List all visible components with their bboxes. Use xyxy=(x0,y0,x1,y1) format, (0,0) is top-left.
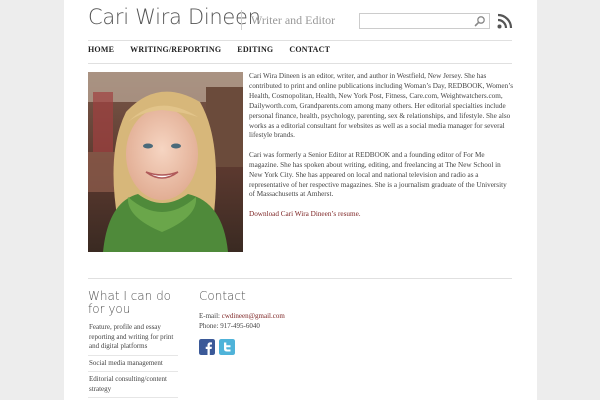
site-tagline: Writer and Editor xyxy=(251,13,336,27)
services-list: Feature, profile and essay reporting and… xyxy=(88,322,178,398)
email-link[interactable]: cwdineen@gmail.com xyxy=(222,312,285,320)
list-item: Feature, profile and essay reporting and… xyxy=(88,322,178,356)
phone-row: Phone: 917-495-6040 xyxy=(199,321,285,331)
search-input[interactable] xyxy=(360,17,472,31)
nav-item-writing-reporting[interactable]: WRITING/REPORTING xyxy=(130,45,221,57)
bio-paragraph: Cari was formerly a Senior Editor at RED… xyxy=(249,150,507,199)
contact-heading: Contact xyxy=(199,289,246,303)
phone-value: 917-495-6040 xyxy=(220,322,260,330)
twitter-icon[interactable] xyxy=(219,339,235,355)
resume-download-link[interactable]: Download Cari Wira Dineen’s resume. xyxy=(249,210,361,218)
title-separator xyxy=(241,10,242,30)
contact-info: E-mail: cwdineen@gmail.com Phone: 917-49… xyxy=(199,311,285,331)
what-i-can-do-heading: What I can do for you xyxy=(88,289,172,316)
email-label: E-mail: xyxy=(199,312,220,320)
nav-top-divider xyxy=(88,40,512,41)
bio: Cari Wira Dineen is an editor, writer, a… xyxy=(249,72,513,229)
nav-item-contact[interactable]: CONTACT xyxy=(289,45,330,57)
profile-photo xyxy=(88,72,243,252)
page: Cari Wira Dineen Writer and Editor HOME … xyxy=(64,0,537,400)
list-item: Editorial consulting/content strategy xyxy=(88,372,178,398)
rss-icon[interactable] xyxy=(497,13,513,29)
search-box xyxy=(359,13,490,31)
nav-item-home[interactable]: HOME xyxy=(88,45,114,57)
nav-item-editing[interactable]: EDITING xyxy=(237,45,273,57)
list-item: Social media management xyxy=(88,356,178,372)
email-row: E-mail: cwdineen@gmail.com xyxy=(199,311,285,321)
main-nav: HOME WRITING/REPORTING EDITING CONTACT xyxy=(88,45,346,57)
social-links xyxy=(199,339,235,355)
search-icon[interactable] xyxy=(474,15,486,27)
section-divider xyxy=(88,278,512,279)
phone-label: Phone: xyxy=(199,322,219,330)
site-title[interactable]: Cari Wira Dineen xyxy=(88,5,261,29)
facebook-icon[interactable] xyxy=(199,339,215,355)
bio-paragraph: Cari Wira Dineen is an editor, writer, a… xyxy=(249,72,514,140)
nav-bottom-divider xyxy=(88,63,512,64)
